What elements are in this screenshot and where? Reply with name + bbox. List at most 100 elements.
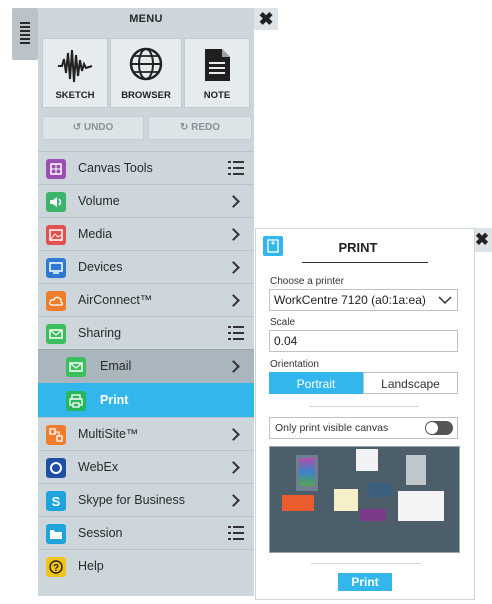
- landscape-option[interactable]: Landscape: [363, 372, 458, 394]
- list-icon[interactable]: [228, 526, 244, 540]
- print-title: PRINT: [338, 240, 378, 255]
- menu-item-label: Volume: [78, 194, 120, 208]
- menu-item-session[interactable]: Session: [38, 516, 254, 550]
- divider: [309, 406, 419, 407]
- list-icon[interactable]: [228, 161, 244, 175]
- printer-label: Choose a printer: [270, 276, 344, 287]
- preview-photo: [368, 483, 392, 497]
- menu-item-skype[interactable]: S Skype for Business: [38, 483, 254, 517]
- svg-text:?: ?: [53, 563, 59, 574]
- visible-canvas-toggle[interactable]: [425, 421, 453, 435]
- menu-item-label: Help: [78, 559, 104, 573]
- devices-icon: [46, 258, 66, 278]
- preview-browser: [398, 491, 444, 521]
- chevron-right-icon: [227, 494, 240, 507]
- webex-icon: [46, 458, 66, 478]
- volume-icon: [46, 192, 66, 212]
- visible-canvas-label: Only print visible canvas: [275, 422, 389, 434]
- undo-icon: ↺: [72, 122, 82, 133]
- menu-item-label: MultiSite™: [78, 427, 139, 441]
- menu-item-label: WebEx: [78, 460, 119, 474]
- chevron-right-icon: [227, 360, 240, 373]
- cloud-icon: [46, 291, 66, 311]
- preview-card: [282, 495, 314, 511]
- redo-button[interactable]: ↻ REDO: [148, 116, 252, 140]
- menu-item-label: Devices: [78, 260, 123, 274]
- note-label: NOTE: [203, 90, 231, 101]
- menu-item-volume[interactable]: Volume: [38, 184, 254, 218]
- menu-item-label: Sharing: [78, 326, 122, 340]
- printer-select[interactable]: WorkCentre 7120 (a0:1a:ea): [269, 289, 458, 311]
- printer-value: WorkCentre 7120 (a0:1a:ea): [274, 293, 426, 307]
- sketch-label: SKETCH: [55, 90, 95, 101]
- menu-item-sharing[interactable]: Sharing: [38, 316, 254, 350]
- list-icon[interactable]: [228, 326, 244, 340]
- printer-icon: [66, 391, 86, 411]
- chevron-right-icon: [227, 428, 240, 441]
- menu-item-label: Print: [100, 393, 129, 407]
- chevron-down-icon: [438, 296, 452, 305]
- portrait-option[interactable]: Portrait: [269, 372, 363, 394]
- preview-note: [356, 449, 378, 471]
- divider: [311, 563, 421, 564]
- document-icon: [205, 49, 230, 81]
- media-icon: [46, 225, 66, 245]
- print-close-icon[interactable]: ✖: [472, 228, 492, 252]
- scale-input[interactable]: 0.04: [269, 330, 458, 352]
- note-button[interactable]: NOTE: [184, 38, 250, 108]
- sharing-icon: [46, 324, 66, 344]
- svg-text:S: S: [52, 494, 61, 509]
- menu-item-label: AirConnect™: [78, 293, 153, 307]
- folder-icon: [46, 524, 66, 544]
- menu-item-label: Session: [78, 526, 123, 540]
- menu-item-help[interactable]: ? Help: [38, 549, 254, 583]
- toggle-knob: [426, 422, 438, 434]
- skype-icon: S: [46, 491, 66, 511]
- main-menu: MENU SKETCH BROWSER NOTE ↺ UNDO ↻ REDO C…: [38, 8, 254, 596]
- menu-item-multisite[interactable]: MultiSite™: [38, 417, 254, 451]
- undo-label: UNDO: [83, 122, 114, 133]
- multisite-icon: [46, 425, 66, 445]
- chevron-right-icon: [227, 294, 240, 307]
- scale-label: Scale: [270, 317, 296, 328]
- print-button[interactable]: Print: [338, 573, 392, 591]
- menu-item-print[interactable]: Print: [38, 383, 254, 417]
- canvas-preview: [269, 446, 460, 553]
- menu-item-label: Media: [78, 227, 113, 241]
- menu-item-airconnect[interactable]: AirConnect™: [38, 283, 254, 317]
- orientation-label: Orientation: [270, 359, 319, 370]
- browser-button[interactable]: BROWSER: [110, 38, 182, 108]
- title-underline: [302, 262, 428, 263]
- visible-canvas-row: Only print visible canvas: [269, 417, 458, 439]
- preview-sticky: [334, 489, 358, 511]
- menu-item-label: Email: [100, 359, 132, 373]
- canvas-tools-icon: [46, 159, 66, 179]
- undo-button[interactable]: ↺ UNDO: [42, 116, 144, 140]
- redo-icon: ↻: [179, 122, 189, 133]
- menu-item-canvas-tools[interactable]: Canvas Tools: [38, 151, 254, 185]
- menu-item-media[interactable]: Media: [38, 217, 254, 251]
- chevron-right-icon: [227, 195, 240, 208]
- menu-item-webex[interactable]: WebEx: [38, 450, 254, 484]
- menu-item-label: Skype for Business: [78, 493, 185, 507]
- preview-window: [296, 455, 318, 491]
- chevron-right-icon: [227, 228, 240, 241]
- menu-item-email[interactable]: Email: [38, 349, 254, 383]
- sketch-button[interactable]: SKETCH: [42, 38, 108, 108]
- globe-icon: [129, 47, 163, 81]
- help-icon: ?: [46, 557, 66, 577]
- email-icon: [66, 357, 86, 377]
- preview-image: [360, 509, 386, 521]
- browser-label: BROWSER: [121, 90, 171, 101]
- preview-panel: [406, 455, 426, 485]
- menu-close-icon[interactable]: ✖: [254, 8, 278, 30]
- waveform-icon: [58, 49, 93, 83]
- redo-label: REDO: [191, 122, 221, 133]
- chevron-right-icon: [227, 261, 240, 274]
- pin-icon[interactable]: [263, 236, 283, 256]
- menu-title: MENU: [129, 13, 163, 25]
- menu-item-devices[interactable]: Devices: [38, 250, 254, 284]
- chevron-right-icon: [227, 461, 240, 474]
- menu-drag-handle[interactable]: [12, 8, 38, 60]
- print-panel: PRINT Choose a printer WorkCentre 7120 (…: [255, 228, 475, 600]
